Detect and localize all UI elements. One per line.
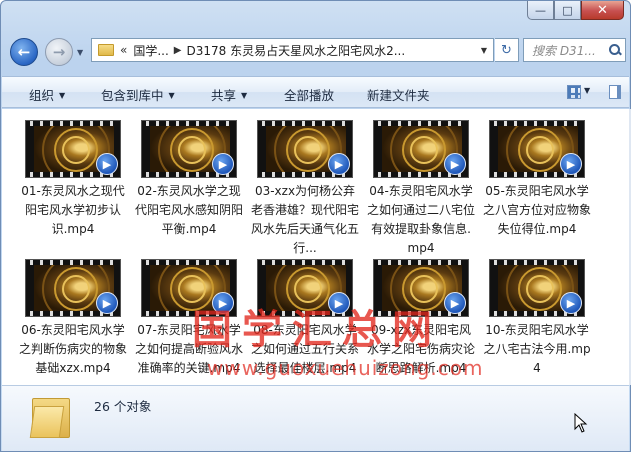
details-pane: 26 个对象 xyxy=(2,385,629,451)
media-player-icon: ▶ xyxy=(96,153,118,175)
file-name: 02-东灵风水学之现代阳宅风水感知阴阳平衡.mp4 xyxy=(135,184,244,236)
minimize-button[interactable]: — xyxy=(527,1,554,20)
view-icon xyxy=(567,85,581,99)
close-button[interactable]: ✕ xyxy=(581,1,624,20)
include-in-library-label: 包含到库中 xyxy=(101,88,164,103)
recent-pages-dropdown[interactable]: ▼ xyxy=(77,48,83,57)
back-button[interactable]: ← xyxy=(10,38,38,66)
refresh-icon: ↻ xyxy=(501,42,512,58)
file-name: 03-xzx为何杨公弃老香港雄？现代阳宅风水先后天通气化五行... xyxy=(251,184,359,255)
share-button[interactable]: 共享 ▼ xyxy=(211,85,247,104)
video-thumbnail: ▶ xyxy=(373,120,469,178)
arrow-left-icon: ← xyxy=(17,43,31,61)
mouse-cursor-icon xyxy=(574,413,588,433)
organize-button[interactable]: 组织 ▼ xyxy=(29,85,65,104)
media-player-icon: ▶ xyxy=(444,292,466,314)
chevron-down-icon: ▼ xyxy=(168,91,175,100)
address-dropdown[interactable]: ▼ xyxy=(475,46,493,55)
search-box[interactable]: 搜索 D31... xyxy=(523,38,626,62)
organize-label: 组织 xyxy=(29,88,55,103)
file-item[interactable]: ▶ 06-东灵阳宅风水学之判断伤病灾的物象基础xzx.mp4 xyxy=(19,259,127,378)
video-thumbnail: ▶ xyxy=(25,120,121,178)
address-bar[interactable]: « 国学... ▶ D3178 东灵易占天星风水之阳宅风水2... ▼ xyxy=(91,38,494,62)
file-name: 05-东灵阳宅风水学之八宫方位对应物象失位得位.mp4 xyxy=(483,184,592,236)
file-item[interactable]: ▶ 03-xzx为何杨公弃老香港雄？现代阳宅风水先后天通气化五行... xyxy=(251,120,359,258)
watermark-url: www.guoxuehuizong.com xyxy=(207,356,484,380)
refresh-button[interactable]: ↻ xyxy=(495,38,519,62)
new-folder-label: 新建文件夹 xyxy=(367,88,430,103)
breadcrumb-segment[interactable]: 国学... xyxy=(133,42,168,59)
media-player-icon: ▶ xyxy=(96,292,118,314)
file-name: 04-东灵阳宅风水学之如何通过二八宅位有效提取卦象信息.mp4 xyxy=(367,184,476,255)
video-thumbnail: ▶ xyxy=(25,259,121,317)
chevron-down-icon: ▼ xyxy=(584,86,591,95)
breadcrumb-arrow-icon[interactable]: ▶ xyxy=(174,45,182,56)
media-player-icon: ▶ xyxy=(560,153,582,175)
change-view-button[interactable]: ▼ xyxy=(565,83,590,101)
folder-icon xyxy=(98,44,114,56)
preview-pane-icon xyxy=(609,85,621,99)
file-item[interactable]: ▶ 04-东灵阳宅风水学之如何通过二八宅位有效提取卦象信息.mp4 xyxy=(367,120,475,258)
arrow-right-icon: → xyxy=(52,43,66,61)
file-name: 10-东灵阳宅风水学之八宅古法今用.mp4 xyxy=(483,323,591,375)
chevron-down-icon: ▼ xyxy=(59,91,66,100)
forward-button[interactable]: → xyxy=(45,38,73,66)
media-player-icon: ▶ xyxy=(212,153,234,175)
item-count: 26 个对象 xyxy=(94,399,152,414)
explorer-window: — □ ✕ ← → ▼ « 国学... ▶ D3178 东灵易占天星风水之阳宅风… xyxy=(0,0,631,452)
file-item[interactable]: ▶ 01-东灵风水之现代阳宅风水学初步认识.mp4 xyxy=(19,120,127,239)
play-all-label: 全部播放 xyxy=(284,88,335,103)
video-thumbnail: ▶ xyxy=(141,120,237,178)
file-name: 06-东灵阳宅风水学之判断伤病灾的物象基础xzx.mp4 xyxy=(19,323,128,375)
command-bar: 组织 ▼ 包含到库中 ▼ 共享 ▼ 全部播放 新建文件夹 ▼ xyxy=(2,76,629,108)
chevron-down-icon: ▼ xyxy=(241,91,248,100)
media-player-icon: ▶ xyxy=(328,153,350,175)
share-label: 共享 xyxy=(211,88,237,103)
breadcrumb-segment[interactable]: D3178 东灵易占天星风水之阳宅风水2... xyxy=(187,42,406,59)
address-overflow[interactable]: « xyxy=(120,43,127,57)
file-name: 01-东灵风水之现代阳宅风水学初步认识.mp4 xyxy=(21,184,125,236)
video-thumbnail: ▶ xyxy=(489,259,585,317)
video-thumbnail: ▶ xyxy=(489,120,585,178)
video-thumbnail: ▶ xyxy=(257,120,353,178)
file-item[interactable]: ▶ 10-东灵阳宅风水学之八宅古法今用.mp4 xyxy=(483,259,591,378)
media-player-icon: ▶ xyxy=(444,153,466,175)
file-list: ▶ 01-东灵风水之现代阳宅风水学初步认识.mp4 ▶ 02-东灵风水学之现代阳… xyxy=(2,109,629,385)
folder-icon xyxy=(29,394,70,438)
maximize-button[interactable]: □ xyxy=(554,1,581,20)
search-input[interactable]: 搜索 D31... xyxy=(532,42,606,59)
play-all-button[interactable]: 全部播放 xyxy=(284,85,334,104)
preview-pane-button[interactable] xyxy=(606,83,624,101)
new-folder-button[interactable]: 新建文件夹 xyxy=(367,85,430,104)
search-icon[interactable] xyxy=(608,43,622,57)
watermark-title: 国学汇总网 xyxy=(192,306,442,353)
file-item[interactable]: ▶ 05-东灵阳宅风水学之八宫方位对应物象失位得位.mp4 xyxy=(483,120,591,239)
include-in-library-button[interactable]: 包含到库中 ▼ xyxy=(101,85,175,104)
file-item[interactable]: ▶ 02-东灵风水学之现代阳宅风水感知阴阳平衡.mp4 xyxy=(135,120,243,239)
caption-buttons: — □ ✕ xyxy=(527,1,624,20)
media-player-icon: ▶ xyxy=(560,292,582,314)
